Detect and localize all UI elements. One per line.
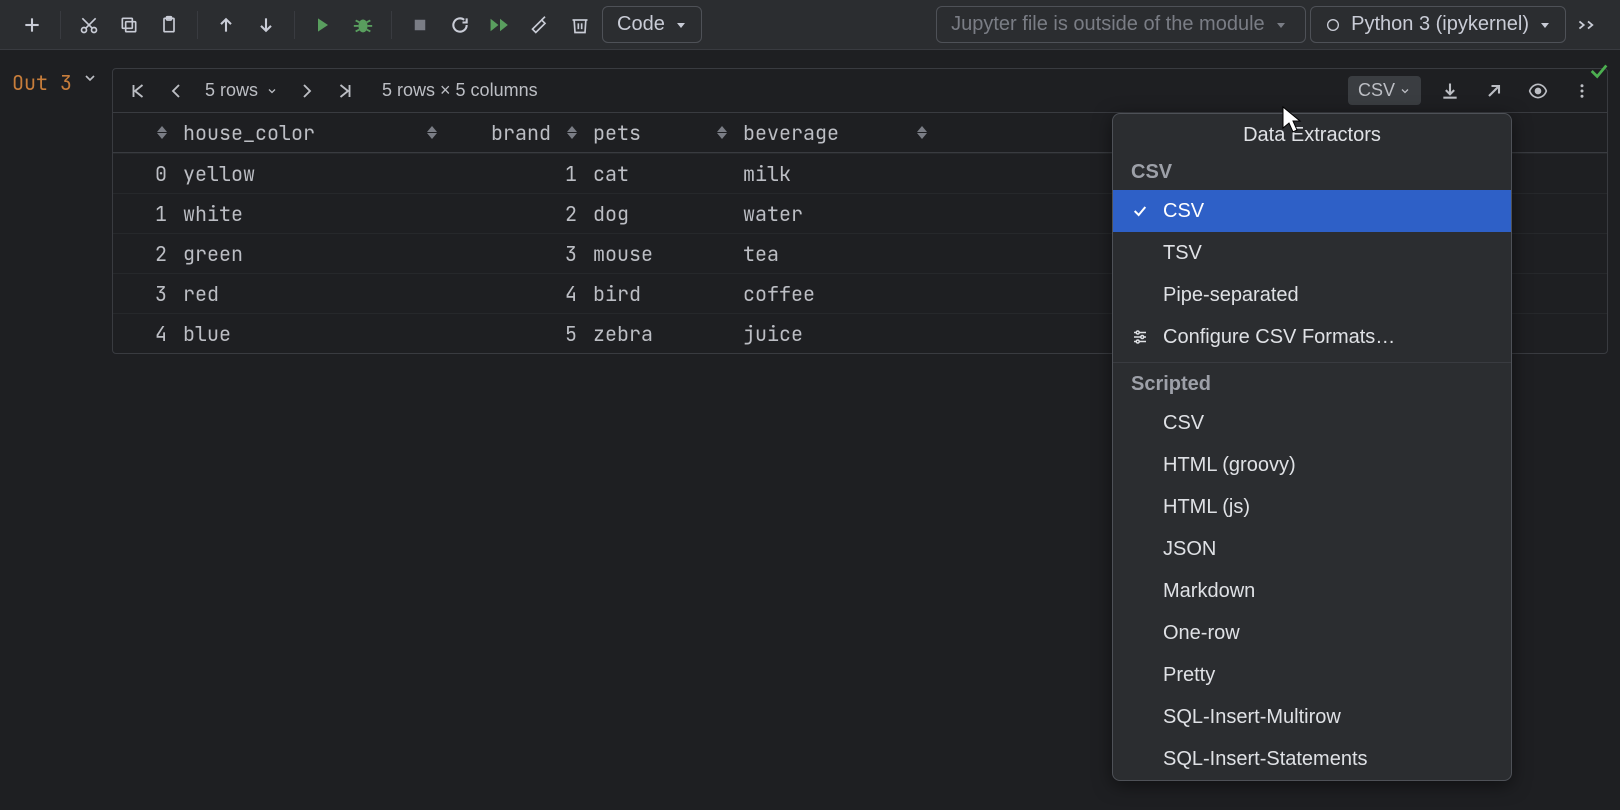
extractor-tsv[interactable]: TSV <box>1113 232 1511 274</box>
cell-beverage: tea <box>735 241 935 267</box>
clear-outputs-button[interactable] <box>522 7 558 43</box>
extractor-html-groovy[interactable]: HTML (groovy) <box>1113 444 1511 486</box>
data-extractor-select[interactable]: CSV <box>1348 76 1421 105</box>
overflow-button[interactable] <box>1570 7 1606 43</box>
cell-brand: 1 <box>445 161 585 187</box>
copy-button[interactable] <box>111 7 147 43</box>
chevron-down-icon <box>1275 19 1287 31</box>
module-notice[interactable]: Jupyter file is outside of the module <box>936 6 1306 43</box>
dataframe-toolbar: 5 rows 5 rows × 5 columns CSV <box>113 69 1607 113</box>
header-pets[interactable]: pets <box>585 120 735 146</box>
cell-pets: dog <box>585 201 735 227</box>
kernel-label: Python 3 (ipykernel) <box>1351 13 1529 36</box>
cell-beverage: water <box>735 201 935 227</box>
sort-icon <box>567 126 577 139</box>
extractor-html-js[interactable]: HTML (js) <box>1113 486 1511 528</box>
extractor-configure[interactable]: Configure CSV Formats… <box>1113 316 1511 358</box>
cell-beverage: milk <box>735 161 935 187</box>
add-cell-button[interactable] <box>14 7 50 43</box>
extractor-pipe[interactable]: Pipe-separated <box>1113 274 1511 316</box>
cell-house-color: red <box>175 281 445 307</box>
cell-brand: 2 <box>445 201 585 227</box>
main-toolbar: Code Jupyter file is outside of the modu… <box>0 0 1620 50</box>
extractor-label: CSV <box>1358 80 1395 101</box>
extractor-csv[interactable]: CSV <box>1113 190 1511 232</box>
settings-icon <box>1131 328 1149 346</box>
cell-beverage: coffee <box>735 281 935 307</box>
circle-icon <box>1325 17 1341 33</box>
table-summary: 5 rows × 5 columns <box>382 80 538 101</box>
header-brand[interactable]: brand <box>445 120 585 146</box>
stop-button[interactable] <box>402 7 438 43</box>
cell-beverage: juice <box>735 321 935 347</box>
nav-first-button[interactable] <box>123 76 153 106</box>
extractor-pretty[interactable]: Pretty <box>1113 654 1511 696</box>
output-collapse-toggle[interactable] <box>78 70 102 86</box>
cell-brand: 4 <box>445 281 585 307</box>
sort-icon <box>157 126 167 139</box>
extractor-json[interactable]: JSON <box>1113 528 1511 570</box>
popup-title: Data Extractors <box>1113 114 1511 155</box>
open-external-button[interactable] <box>1479 76 1509 106</box>
cell-brand: 3 <box>445 241 585 267</box>
nav-prev-button[interactable] <box>161 76 191 106</box>
cell-index: 1 <box>113 201 175 227</box>
check-icon <box>1131 203 1149 219</box>
cell-house-color: white <box>175 201 445 227</box>
toggle-visibility-button[interactable] <box>1523 76 1553 106</box>
download-button[interactable] <box>1435 76 1465 106</box>
extractor-markdown[interactable]: Markdown <box>1113 570 1511 612</box>
cell-index: 0 <box>113 161 175 187</box>
cell-index: 4 <box>113 321 175 347</box>
chevron-down-icon <box>675 19 687 31</box>
cell-house-color: green <box>175 241 445 267</box>
kernel-select[interactable]: Python 3 (ipykernel) <box>1310 6 1566 43</box>
dataframe-panel: 5 rows 5 rows × 5 columns CSV <box>112 68 1608 354</box>
debug-cell-button[interactable] <box>345 7 381 43</box>
move-up-button[interactable] <box>208 7 244 43</box>
output-label: Out 3 <box>12 70 72 96</box>
popup-section-csv: CSV <box>1113 155 1511 190</box>
cell-index: 2 <box>113 241 175 267</box>
cell-type-select[interactable]: Code <box>602 6 702 43</box>
cut-button[interactable] <box>71 7 107 43</box>
delete-cell-button[interactable] <box>562 7 598 43</box>
cell-pets: mouse <box>585 241 735 267</box>
extractor-sql-multirow[interactable]: SQL-Insert-Multirow <box>1113 696 1511 738</box>
status-ok-icon <box>1588 60 1610 82</box>
cell-house-color: blue <box>175 321 445 347</box>
extractor-sql-statements[interactable]: SQL-Insert-Statements <box>1113 738 1511 780</box>
paste-button[interactable] <box>151 7 187 43</box>
restart-kernel-button[interactable] <box>442 7 478 43</box>
extractor-one-row[interactable]: One-row <box>1113 612 1511 654</box>
cell-house-color: yellow <box>175 161 445 187</box>
cell-type-label: Code <box>617 13 665 36</box>
cell-pets: cat <box>585 161 735 187</box>
header-house-color[interactable]: house_color <box>175 120 445 146</box>
sort-icon <box>427 126 437 139</box>
move-down-button[interactable] <box>248 7 284 43</box>
cell-pets: bird <box>585 281 735 307</box>
rows-selector[interactable]: 5 rows <box>199 80 284 101</box>
module-notice-label: Jupyter file is outside of the module <box>951 13 1265 36</box>
run-cell-button[interactable] <box>305 7 341 43</box>
nav-next-button[interactable] <box>292 76 322 106</box>
popup-section-scripted: Scripted <box>1113 367 1511 402</box>
run-all-button[interactable] <box>482 7 518 43</box>
data-extractors-popup: Data Extractors CSV CSV TSV Pipe-separat… <box>1112 113 1512 781</box>
extractor-scripted-csv[interactable]: CSV <box>1113 402 1511 444</box>
chevron-down-icon <box>1539 19 1551 31</box>
sort-icon <box>917 126 927 139</box>
cell-pets: zebra <box>585 321 735 347</box>
nav-last-button[interactable] <box>330 76 360 106</box>
chevron-down-icon <box>1399 85 1411 97</box>
cell-index: 3 <box>113 281 175 307</box>
sort-icon <box>717 126 727 139</box>
header-beverage[interactable]: beverage <box>735 120 935 146</box>
header-index[interactable] <box>113 126 175 139</box>
cell-brand: 5 <box>445 321 585 347</box>
rows-label: 5 rows <box>205 80 258 101</box>
chevron-down-icon <box>266 85 278 97</box>
